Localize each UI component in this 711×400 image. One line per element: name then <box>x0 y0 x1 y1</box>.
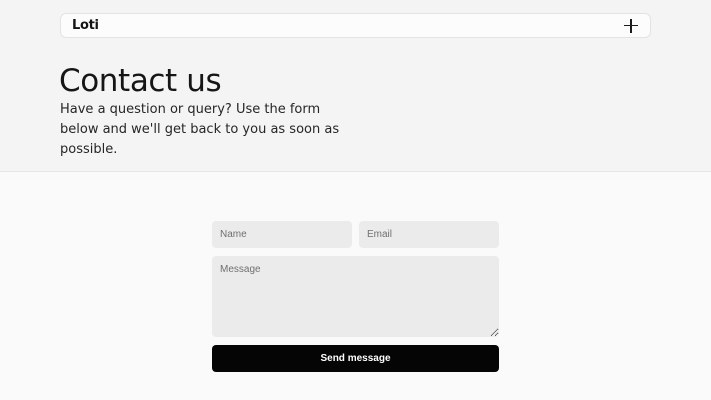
brand-logo[interactable]: Loti <box>72 18 99 33</box>
page-title: Contact us <box>59 63 222 99</box>
name-field[interactable] <box>212 221 352 248</box>
message-field[interactable] <box>212 256 499 337</box>
hero-section: Loti Contact us Have a question or query… <box>0 0 711 172</box>
send-message-button[interactable]: Send message <box>212 345 499 372</box>
page-subtitle: Have a question or query? Use the form b… <box>60 102 340 157</box>
navbar: Loti <box>60 13 651 38</box>
plus-icon[interactable] <box>624 18 638 33</box>
email-field[interactable] <box>359 221 499 248</box>
